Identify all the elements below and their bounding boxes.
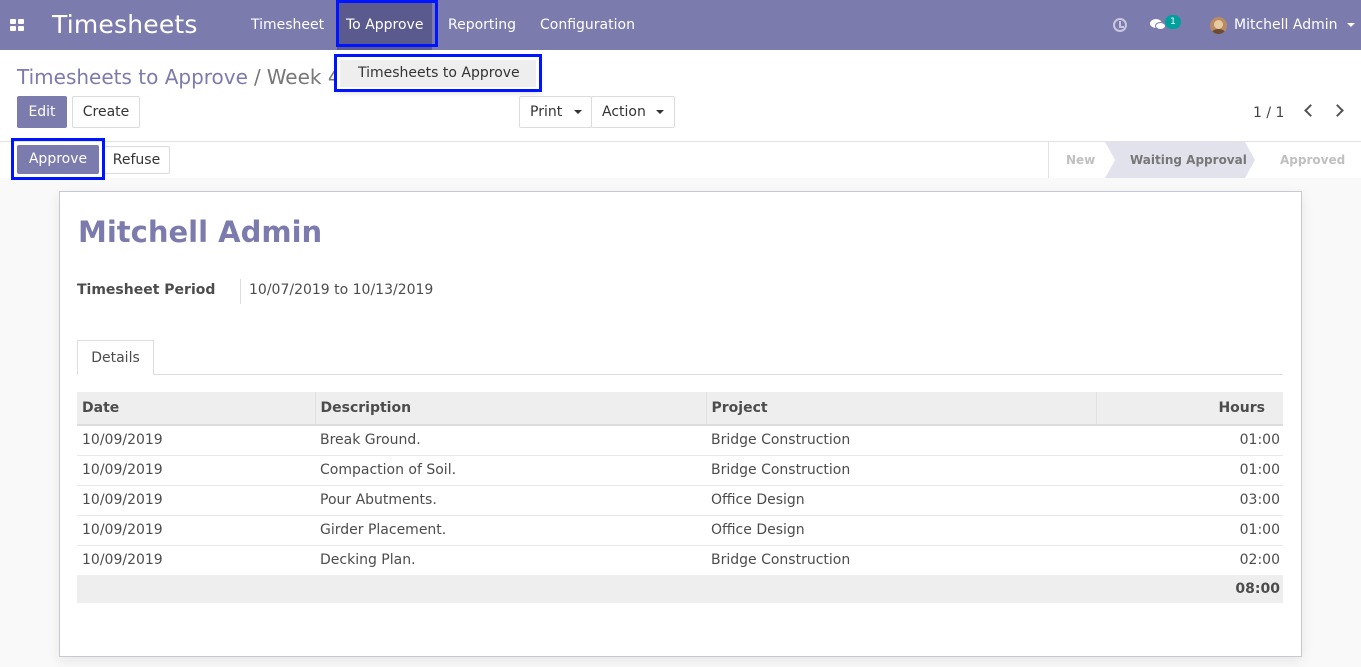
menu-timesheet[interactable]: Timesheet xyxy=(251,17,324,33)
stage-approved[interactable]: Approved xyxy=(1280,153,1345,167)
status-bar: Approve Refuse New Waiting Approval Appr… xyxy=(0,141,1361,178)
tab-details[interactable]: Details xyxy=(77,340,154,375)
stage-divider xyxy=(1048,142,1049,178)
notification-badge: 1 xyxy=(1165,15,1181,29)
cell-project: Bridge Construction xyxy=(706,544,1096,575)
print-button[interactable]: Print xyxy=(519,96,592,128)
column-header-project[interactable]: Project xyxy=(705,392,1096,426)
table-row[interactable]: 10/09/2019 Decking Plan. Bridge Construc… xyxy=(77,544,1283,575)
cell-project: Bridge Construction xyxy=(706,454,1096,485)
table-row[interactable]: 10/09/2019 Compaction of Soil. Bridge Co… xyxy=(77,454,1283,485)
caret-down-icon xyxy=(656,110,664,114)
hours-total: 08:00 xyxy=(1096,575,1283,603)
footer-empty-cell xyxy=(706,575,1096,603)
action-label: Action xyxy=(602,104,646,120)
apps-menu-icon[interactable] xyxy=(10,19,24,31)
cell-date: 10/09/2019 xyxy=(77,544,315,575)
breadcrumb-current: Week 4 xyxy=(266,65,341,89)
cell-description: Break Ground. xyxy=(315,424,706,455)
cell-description: Girder Placement. xyxy=(315,514,706,545)
breadcrumb-parent[interactable]: Timesheets to Approve xyxy=(17,65,248,89)
print-label: Print xyxy=(530,104,563,120)
table-footer-row: 08:00 xyxy=(77,575,1283,603)
column-header-description[interactable]: Description xyxy=(314,392,706,426)
menu-to-approve[interactable]: To Approve xyxy=(337,0,433,50)
dropdown-item-timesheets-to-approve[interactable]: Timesheets to Approve xyxy=(340,60,536,87)
field-divider xyxy=(240,279,241,304)
cell-description: Decking Plan. xyxy=(315,544,706,575)
caret-down-icon xyxy=(574,110,582,114)
refuse-button[interactable]: Refuse xyxy=(103,146,170,174)
menu-reporting[interactable]: Reporting xyxy=(448,17,516,33)
cell-project: Office Design xyxy=(706,484,1096,515)
chat-icon[interactable] xyxy=(1150,19,1166,31)
user-menu[interactable]: Mitchell Admin xyxy=(1234,17,1338,33)
to-approve-dropdown: Timesheets to Approve xyxy=(337,57,539,90)
footer-empty-cell xyxy=(77,575,315,603)
column-header-date[interactable]: Date xyxy=(77,392,315,426)
footer-empty-cell xyxy=(315,575,706,603)
cell-project: Bridge Construction xyxy=(706,424,1096,455)
cell-date: 10/09/2019 xyxy=(77,484,315,515)
table-row[interactable]: 10/09/2019 Pour Abutments. Office Design… xyxy=(77,484,1283,515)
caret-down-icon xyxy=(1347,23,1355,27)
cell-date: 10/09/2019 xyxy=(77,424,315,455)
table-row[interactable]: 10/09/2019 Break Ground. Bridge Construc… xyxy=(77,424,1283,455)
user-avatar[interactable] xyxy=(1210,17,1227,34)
menu-configuration[interactable]: Configuration xyxy=(540,17,635,33)
create-button[interactable]: Create xyxy=(72,96,140,128)
table-header-row: Date Description Project Hours xyxy=(77,392,1283,426)
cell-date: 10/09/2019 xyxy=(77,514,315,545)
breadcrumb-separator: / xyxy=(253,65,261,89)
cell-hours: 01:00 xyxy=(1096,424,1283,455)
top-navbar: Timesheets Timesheet To Approve Reportin… xyxy=(0,0,1361,50)
cell-hours: 03:00 xyxy=(1096,484,1283,515)
tab-divider xyxy=(77,374,1283,375)
stage-new[interactable]: New xyxy=(1066,153,1095,167)
pager-value[interactable]: 1 / 1 xyxy=(1253,105,1284,121)
action-button[interactable]: Action xyxy=(591,96,675,128)
timesheet-period-label: Timesheet Period xyxy=(77,282,216,298)
timesheet-period-value: 10/07/2019 to 10/13/2019 xyxy=(249,282,434,298)
app-brand[interactable]: Timesheets xyxy=(52,10,198,39)
cell-hours: 01:00 xyxy=(1096,514,1283,545)
cell-hours: 02:00 xyxy=(1096,544,1283,575)
column-header-hours[interactable]: Hours xyxy=(1095,392,1283,426)
stage-waiting-approval[interactable]: Waiting Approval xyxy=(1130,153,1247,167)
cell-description: Compaction of Soil. xyxy=(315,454,706,485)
breadcrumb: Timesheets to Approve / Week 4 xyxy=(17,65,341,89)
cell-date: 10/09/2019 xyxy=(77,454,315,485)
cell-project: Office Design xyxy=(706,514,1096,545)
edit-button[interactable]: Edit xyxy=(17,96,67,128)
cell-hours: 01:00 xyxy=(1096,454,1283,485)
approve-button[interactable]: Approve xyxy=(17,145,99,174)
employee-name: Mitchell Admin xyxy=(78,215,323,249)
activity-clock-icon[interactable] xyxy=(1113,18,1127,32)
cell-description: Pour Abutments. xyxy=(315,484,706,515)
timesheet-lines-table: Date Description Project Hours 10/09/201… xyxy=(77,392,1283,603)
table-row[interactable]: 10/09/2019 Girder Placement. Office Desi… xyxy=(77,514,1283,545)
